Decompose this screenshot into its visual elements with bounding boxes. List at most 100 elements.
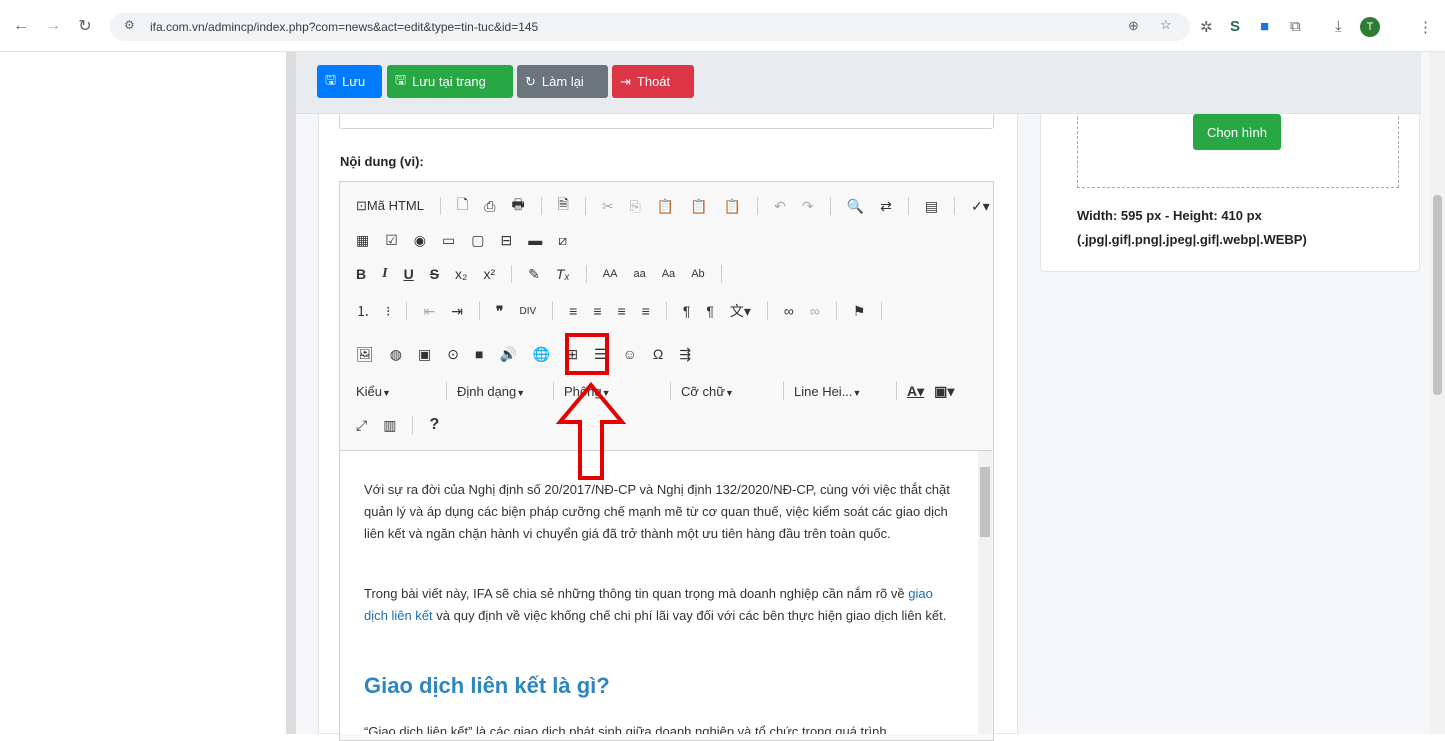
address-bar[interactable]: ⚙ ifa.com.vn/admincp/index.php?com=news&… [110,13,1190,41]
forward-icon[interactable]: → [42,17,64,35]
numbered-list-icon[interactable]: ⒈ [356,301,370,321]
cut-icon[interactable]: ✂ [602,198,614,215]
underline-icon[interactable]: U [404,266,414,282]
download-icon[interactable]: ⤓ [1335,18,1342,35]
bg-color-icon[interactable]: ▣▾ [934,383,954,400]
div-icon[interactable]: DIV [519,306,536,317]
superscript-icon[interactable]: x² [483,266,495,282]
replace-icon[interactable]: ⇄ [880,198,892,215]
remove-format-icon[interactable]: Tₓ [556,266,570,282]
rtl-icon[interactable]: ¶ [706,303,714,319]
strikethrough-icon[interactable]: S [430,266,439,282]
textarea-icon[interactable]: ▢ [471,232,484,249]
bold-icon[interactable]: B [356,266,366,282]
ltr-icon[interactable]: ¶ [683,303,691,319]
url-text[interactable]: ifa.com.vn/admincp/index.php?com=news&ac… [150,20,538,34]
paste-icon[interactable]: 📋 [657,198,674,215]
radio-icon[interactable]: ◉ [414,232,426,249]
save-button[interactable]: 🖫 Lưu [317,65,382,98]
help-icon[interactable]: ? [429,416,439,434]
textfield-icon[interactable]: ▭ [442,232,455,249]
audio-icon[interactable]: 🔊 [499,346,516,363]
align-center-icon[interactable]: ≡ [593,303,601,319]
youtube-icon[interactable]: ▣ [418,346,431,363]
capitalize-icon[interactable]: Aa [662,268,675,280]
reset-button[interactable]: ↻ Làm lại [517,65,608,98]
flash-icon[interactable]: ◍ [390,346,402,363]
print-icon[interactable]: 🖶 [511,194,524,218]
form-icon[interactable]: ▦ [356,232,369,249]
editor-toolbar-row-4: ⒈ ⁝ ⇤ ⇥ ❞ DIV ≡ ≡ ≡ ≡ ¶ ¶ 文▾ ∞ ∞ ⚑ [356,300,883,322]
smiley-icon[interactable]: ☺ [623,346,637,362]
case-switch-icon[interactable]: Ab [691,268,704,280]
editor-toolbar-row-6: Kiểu▼ Định dạng▼ Phông▼ Cỡ chữ▼ Line Hei… [356,380,954,402]
separator [446,382,447,400]
image-button-icon[interactable]: ⧄ [558,232,567,249]
exit-button[interactable]: ⇥ Thoát [612,65,694,98]
select-all-icon[interactable]: ▤ [925,198,938,215]
extension-square-icon[interactable]: ■ [1260,18,1269,35]
size-combo[interactable]: Cỡ chữ▼ [681,384,773,399]
image-icon[interactable]: 🖼 [356,346,374,363]
bullet-list-icon[interactable]: ⁝ [386,303,390,320]
scrollbar-thumb[interactable] [980,467,990,537]
special-char-icon[interactable]: Ω [653,346,663,362]
outdent-icon[interactable]: ⇤ [423,303,435,320]
maximize-icon[interactable]: ⤢ [356,417,367,434]
unlink-icon[interactable]: ∞ [810,303,820,319]
line-height-combo[interactable]: Line Hei...▼ [794,384,886,399]
content-scrollbar[interactable] [978,451,992,734]
blockquote-icon[interactable]: ❞ [496,303,504,320]
italic-icon[interactable]: I [382,266,387,282]
bookmark-star-icon[interactable]: ☆ [1160,17,1172,33]
spellcheck-icon[interactable]: ✓▾ [971,198,990,215]
indent-icon[interactable]: ⇥ [451,303,463,320]
find-icon[interactable]: 🔍 [847,198,864,215]
select-field-icon[interactable]: ⊟ [500,232,512,249]
avatar[interactable]: T [1360,17,1380,37]
paste-word-icon[interactable]: 📋 [724,198,741,215]
anchor-flag-icon[interactable]: ⚑ [853,303,866,320]
site-info-icon[interactable]: ⚙ [124,18,135,32]
style-combo[interactable]: Kiểu▼ [356,384,436,399]
checkbox-icon[interactable]: ☑ [385,232,398,249]
show-blocks-icon[interactable]: ▥ [383,417,396,434]
subscript-icon[interactable]: x₂ [455,266,467,282]
preview-icon[interactable]: ⎙ [484,198,495,215]
zoom-icon[interactable]: ⊕ [1128,18,1139,34]
justify-icon[interactable]: ≡ [642,303,650,319]
choose-image-button[interactable]: Chọn hình [1193,114,1281,150]
back-icon[interactable]: ← [10,17,32,35]
text-color-icon[interactable]: A▾ [907,383,924,400]
separator [584,197,586,215]
paste-text-icon[interactable]: 📋 [690,198,707,215]
undo-icon[interactable]: ↶ [774,198,786,215]
format-combo[interactable]: Định dạng▼ [457,384,543,399]
copy-format-icon[interactable]: ✎ [528,266,540,283]
video-icon[interactable]: ⊙ [447,346,459,363]
save-stay-button[interactable]: 🖫 Lưu tại trang [387,65,513,98]
extension-icon[interactable]: ✲ [1200,18,1213,36]
menu-icon[interactable]: ⋮ [1418,18,1433,36]
button-field-icon[interactable]: ▬ [528,232,542,248]
lowercase-icon[interactable]: aa [633,268,645,280]
redo-icon[interactable]: ↷ [802,198,814,215]
page-break-icon[interactable]: ⇶ [679,346,691,363]
media-icon[interactable]: ■ [475,346,483,362]
iframe-icon[interactable]: 🌐 [533,346,550,363]
source-button[interactable]: ⊡Mã HTML [356,198,424,214]
reload-icon[interactable]: ↻ [74,16,96,36]
extension-s-icon[interactable]: S [1230,18,1240,35]
link-icon[interactable]: ∞ [784,303,794,319]
save-stay-icon: 🖫 [395,71,407,87]
uppercase-icon[interactable]: AA [603,268,618,280]
language-icon[interactable]: 文▾ [730,301,751,321]
page-scrollbar-thumb[interactable] [1433,195,1442,395]
copy-icon[interactable]: ⎘ [630,198,641,215]
puzzle-icon[interactable]: ⧉ [1290,18,1301,35]
templates-icon[interactable]: 🗎 [558,194,569,218]
align-left-icon[interactable]: ≡ [569,303,577,319]
new-page-icon[interactable]: 🗋 [457,194,468,218]
editor-content[interactable]: Với sự ra đời của Nghị định số 20/2017/N… [340,450,992,734]
align-right-icon[interactable]: ≡ [617,303,625,319]
